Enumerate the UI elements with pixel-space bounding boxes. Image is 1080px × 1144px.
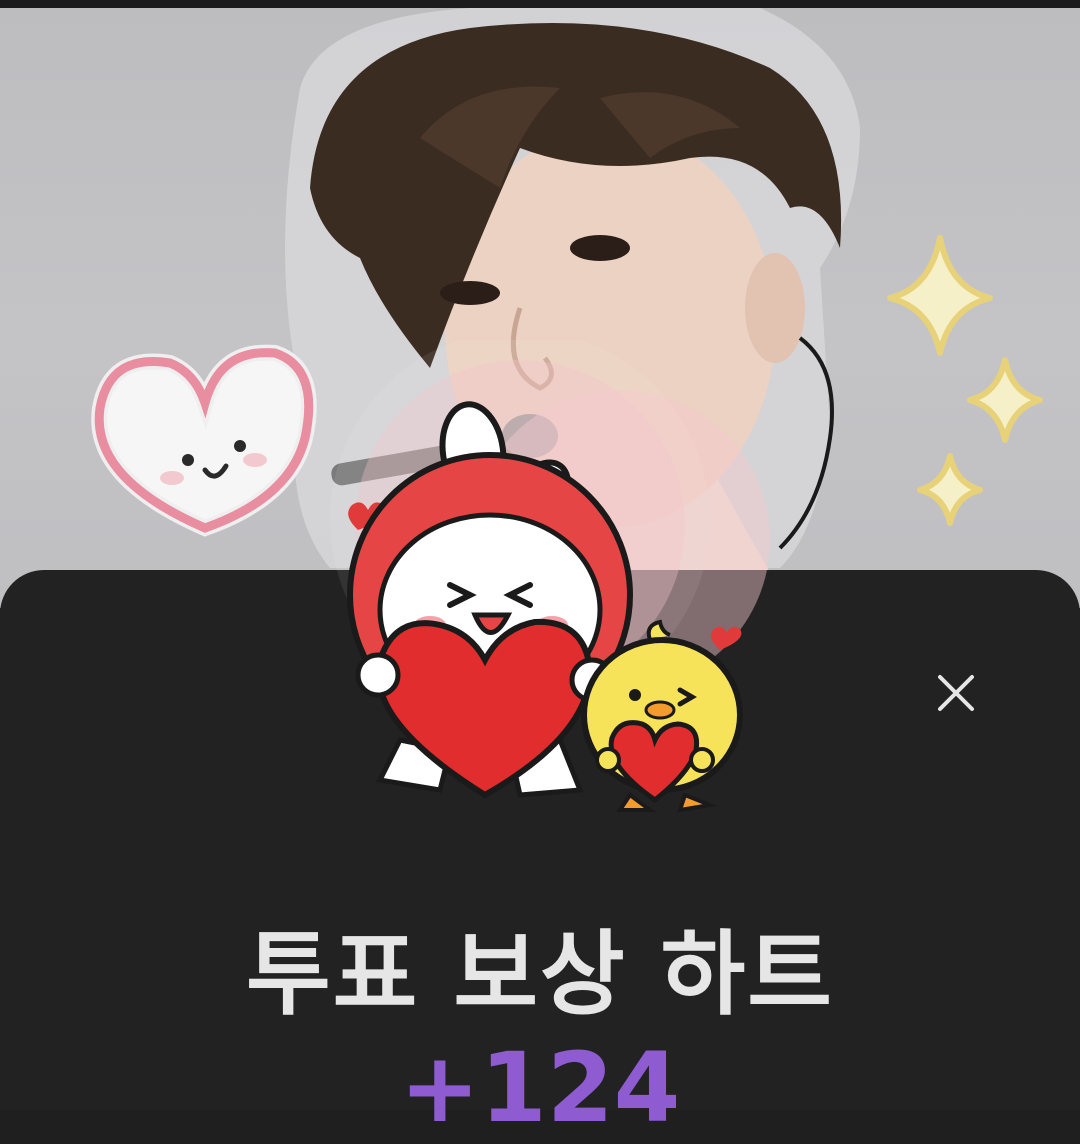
sparkle-sticker	[887, 235, 1043, 526]
mascot-illustration	[290, 330, 810, 840]
reward-title: 투표 보상 하트	[246, 921, 834, 1028]
reward-amount: +124	[399, 1032, 681, 1144]
close-button[interactable]	[925, 662, 987, 724]
status-strip	[0, 0, 1080, 8]
heart-face-sticker	[91, 344, 317, 537]
close-icon	[938, 675, 974, 711]
